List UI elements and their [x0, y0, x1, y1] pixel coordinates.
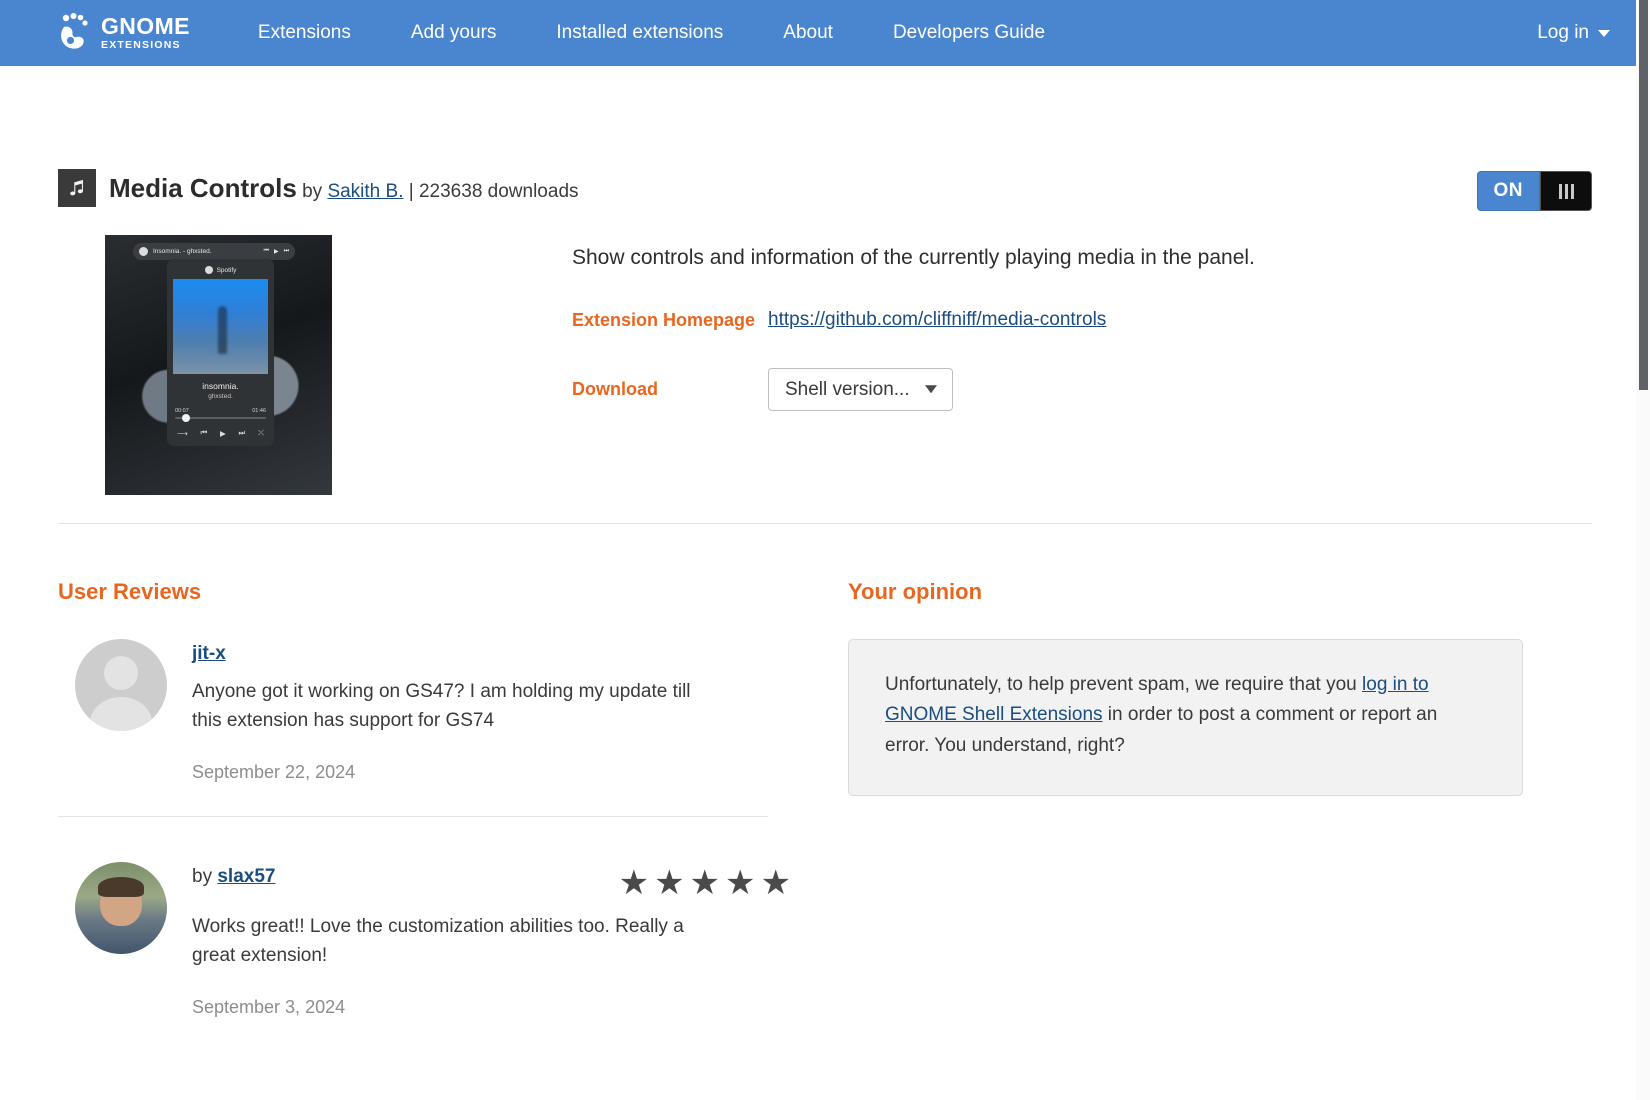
by-label: by: [302, 180, 323, 202]
star-icon: ★: [654, 863, 685, 902]
review-date: September 3, 2024: [192, 996, 346, 1017]
review-date: September 22, 2024: [192, 761, 356, 782]
music-note-icon: [58, 169, 96, 207]
download-row: Download Shell version...: [572, 368, 1592, 412]
extension-toggle-group: ON: [1476, 171, 1592, 211]
screenshot-app-row: Spotify: [173, 266, 268, 274]
login-menu-button[interactable]: Log in: [1537, 22, 1610, 44]
extension-enable-toggle[interactable]: ON: [1476, 171, 1540, 211]
panel-next-icon: ⏭: [283, 248, 289, 254]
reviews-and-opinion: User Reviews jit-x Anyone got it working…: [58, 579, 1592, 1018]
panel-app-dot-icon: [139, 247, 148, 256]
download-label: Download: [572, 379, 658, 400]
opinion-text-before: Unfortunately, to help prevent spam, we …: [885, 674, 1363, 695]
extension-preferences-button[interactable]: [1540, 171, 1592, 211]
screenshot-shuffle-icon: ⤬: [257, 428, 264, 437]
gnome-foot-logo-icon: [58, 13, 92, 53]
screenshot-media-popup: Spotify insomnia. ghxsted. 00:07 01:46 ⟶…: [167, 259, 274, 446]
nav-item-add-yours[interactable]: Add yours: [411, 16, 497, 50]
extension-header: Media Controls by Sakith B. | 223638 dow…: [58, 169, 1592, 211]
nav-item-about[interactable]: About: [783, 16, 833, 50]
review-separator: [58, 815, 768, 817]
screenshot-next-icon: ⏭: [238, 428, 246, 437]
top-navbar: GNOME EXTENSIONS Extensions Add yours In…: [0, 0, 1650, 66]
review-by-label: by: [192, 865, 218, 887]
nav-item-installed-extensions[interactable]: Installed extensions: [556, 16, 723, 50]
screenshot-track-name: insomnia.: [202, 381, 239, 391]
extension-title: Media Controls by Sakith B. | 223638 dow…: [109, 172, 579, 203]
sliders-icon: [1558, 183, 1574, 199]
page-scrollbar-thumb[interactable]: [1639, 0, 1648, 390]
extension-details: Show controls and information of the cur…: [332, 235, 1592, 495]
screenshot-progress-bar: [175, 414, 266, 422]
review-item: jit-x Anyone got it working on GS47? I a…: [58, 639, 803, 783]
extension-author-link[interactable]: Sakith B.: [327, 181, 403, 202]
user-reviews-title: User Reviews: [58, 579, 202, 604]
nav-links: Extensions Add yours Installed extension…: [228, 16, 1075, 50]
review-author-link[interactable]: jit-x: [192, 643, 226, 664]
screenshot-loop-icon: ⟶: [177, 428, 188, 438]
rating-stars: ★ ★ ★ ★ ★: [619, 866, 803, 900]
progress-knob: [182, 414, 191, 422]
brand-home-link[interactable]: GNOME EXTENSIONS: [58, 13, 190, 53]
screenshot-prev-icon: ⏮: [200, 428, 208, 437]
panel-prev-icon: ⏮: [263, 248, 269, 254]
review-item: by slax57 ★ ★ ★ ★ ★ Works great!! Love t…: [58, 861, 803, 1018]
screenshot-app-label: Spotify: [216, 266, 237, 274]
shell-version-select[interactable]: Shell version...: [768, 368, 953, 412]
review-body: jit-x Anyone got it working on GS47? I a…: [192, 639, 803, 783]
review-author-link[interactable]: slax57: [217, 866, 275, 887]
login-label: Log in: [1537, 22, 1589, 43]
nav-item-developers-guide[interactable]: Developers Guide: [893, 16, 1045, 50]
nav-right: Log in: [1537, 22, 1610, 44]
extension-title-row: Media Controls by Sakith B. | 223638 dow…: [58, 169, 1477, 207]
screenshot-artist-name: ghxsted.: [208, 393, 233, 400]
opinion-notice-text: Unfortunately, to help prevent spam, we …: [885, 670, 1486, 761]
star-icon: ★: [689, 863, 721, 902]
star-icon: ★: [618, 863, 650, 902]
chevron-down-icon: [1598, 29, 1610, 37]
extension-description: Show controls and information of the cur…: [572, 246, 1255, 269]
review-text: Works great!! Love the customization abi…: [192, 915, 684, 967]
download-count: 223638 downloads: [418, 180, 579, 202]
avatar: [75, 861, 167, 954]
panel-track-title: Insomnia. - ghxsted.: [153, 248, 212, 255]
your-opinion-title: Your opinion: [848, 579, 983, 604]
review-author: by slax57: [192, 866, 275, 888]
panel-play-icon: ▶: [273, 249, 279, 255]
screenshot-play-icon: ▶: [219, 428, 226, 438]
shell-version-select-wrap: Shell version...: [768, 368, 953, 412]
review-author: jit-x: [192, 643, 226, 665]
homepage-label: Extension Homepage: [572, 309, 756, 330]
screenshot-time-total: 01:46: [252, 408, 266, 414]
avatar: [75, 639, 167, 731]
brand-title: GNOME: [101, 13, 190, 40]
opinion-notice-box: Unfortunately, to help prevent spam, we …: [848, 639, 1523, 797]
screenshot-album-art: [173, 279, 268, 374]
section-divider: [58, 523, 1592, 524]
page-content: Media Controls by Sakith B. | 223638 dow…: [0, 169, 1650, 1018]
review-body: by slax57 ★ ★ ★ ★ ★ Works great!! Love t…: [192, 862, 803, 1018]
homepage-row: Extension Homepage https://github.com/cl…: [572, 309, 1592, 331]
extension-body: Insomnia. - ghxsted. ⏮ ▶ ⏭ Spotify insom…: [58, 235, 1592, 495]
page-scrollbar-track[interactable]: [1636, 0, 1650, 1100]
nav-item-extensions[interactable]: Extensions: [258, 16, 351, 50]
review-text: Anyone got it working on GS47? I am hold…: [192, 681, 691, 732]
screenshot-panel-bar: Insomnia. - ghxsted. ⏮ ▶ ⏭: [133, 243, 295, 260]
your-opinion-section: Your opinion Unfortunately, to help prev…: [803, 579, 1592, 1018]
extension-homepage-link[interactable]: https://github.com/cliffniff/media-contr…: [768, 309, 1106, 331]
review-head: by slax57 ★ ★ ★ ★ ★: [192, 866, 803, 900]
user-reviews-section: User Reviews jit-x Anyone got it working…: [58, 579, 803, 1018]
screenshot-times: 00:07 01:46: [173, 408, 268, 414]
review-head: jit-x: [192, 643, 803, 665]
extension-name: Media Controls: [109, 172, 297, 203]
star-icon: ★: [725, 863, 756, 902]
star-icon: ★: [760, 863, 791, 902]
screenshot-controls: ⟶ ⏮ ▶ ⏭ ⤬: [173, 428, 268, 438]
brand-subtitle: EXTENSIONS: [101, 39, 181, 52]
extension-screenshot[interactable]: Insomnia. - ghxsted. ⏮ ▶ ⏭ Spotify insom…: [105, 235, 332, 495]
spotify-icon: [204, 266, 213, 274]
